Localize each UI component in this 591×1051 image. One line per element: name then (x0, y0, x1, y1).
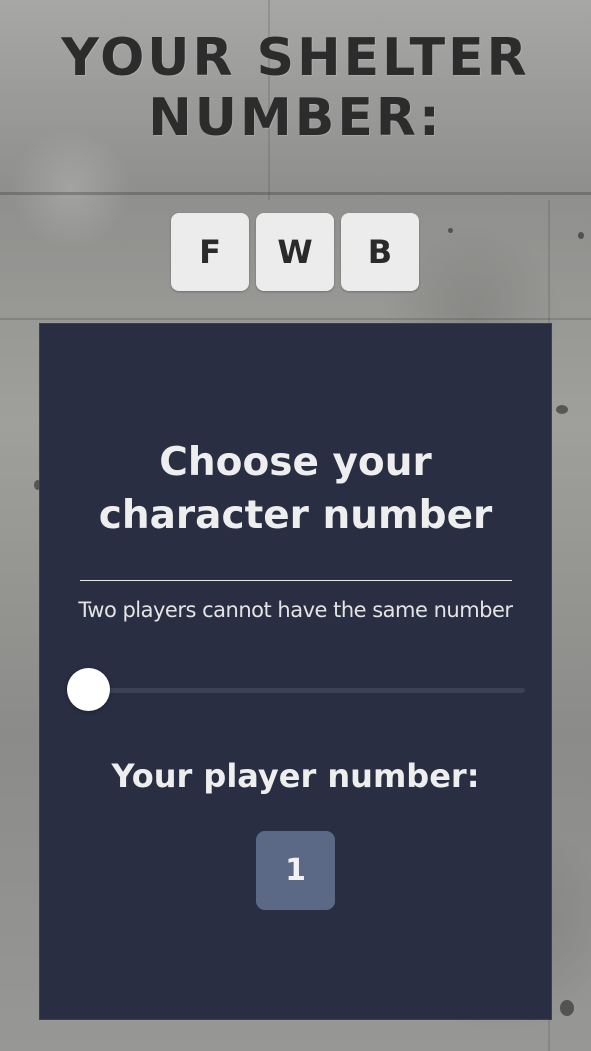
wall-pit (578, 232, 584, 239)
player-number-label: Your player number: (111, 757, 480, 795)
slider-track[interactable] (87, 688, 525, 693)
shelter-letter: W (256, 213, 334, 291)
shelter-letter: B (341, 213, 419, 291)
wall-pit (560, 1000, 574, 1016)
wall-seam (0, 318, 591, 320)
shelter-letter: F (171, 213, 249, 291)
panel-heading: Choose your character number (40, 436, 551, 542)
divider (80, 580, 512, 581)
panel-heading-line2: character number (98, 493, 493, 538)
shelter-title-line2: NUMBER: (148, 88, 443, 148)
shelter-code: F W B (171, 213, 421, 291)
wall-pit (448, 228, 453, 233)
character-panel: Choose your character number Two players… (39, 323, 552, 1020)
wall-pit (556, 405, 568, 414)
shelter-title: YOUR SHELTER NUMBER: (0, 28, 591, 148)
slider-thumb[interactable] (67, 668, 110, 711)
wall-seam (0, 192, 591, 195)
panel-heading-line1: Choose your (159, 440, 432, 485)
hint-text: Two players cannot have the same number (78, 598, 513, 622)
shelter-title-line1: YOUR SHELTER (61, 28, 530, 88)
character-number-slider[interactable] (67, 668, 525, 712)
player-number-value: 1 (256, 831, 335, 910)
